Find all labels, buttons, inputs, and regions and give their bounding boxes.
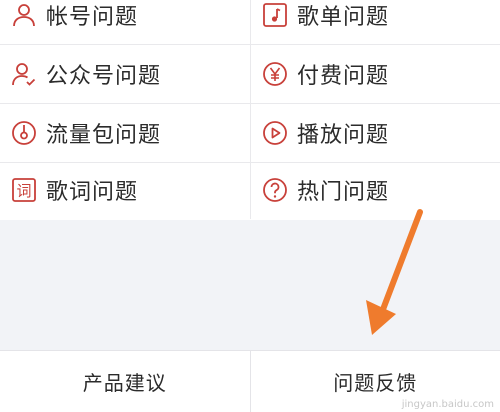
category-data-plan-issues[interactable]: 流量包问题 bbox=[0, 104, 249, 162]
category-account-issues[interactable]: 帐号问题 bbox=[0, 0, 249, 44]
question-circle-icon bbox=[261, 176, 289, 204]
product-suggestion-button[interactable]: 产品建议 bbox=[0, 351, 250, 412]
watermark: jingyan.baidu.com bbox=[401, 399, 494, 410]
music-note-icon bbox=[261, 1, 289, 29]
category-label: 热门问题 bbox=[297, 180, 390, 205]
yen-icon bbox=[261, 60, 289, 88]
grid-row: 帐号问题 歌单问题 bbox=[0, 0, 500, 45]
svg-text:词: 词 bbox=[16, 182, 31, 200]
category-playlist-issues[interactable]: 歌单问题 bbox=[250, 0, 500, 44]
category-label: 歌词问题 bbox=[46, 180, 139, 205]
user-icon bbox=[10, 1, 38, 29]
empty-area bbox=[0, 220, 500, 350]
category-payment-issues[interactable]: 付费问题 bbox=[250, 45, 500, 103]
category-label: 歌单问题 bbox=[297, 5, 390, 30]
grid-row: 词 歌词问题 热门问题 bbox=[0, 161, 500, 220]
data-dial-icon bbox=[10, 119, 38, 147]
help-category-grid: 帐号问题 歌单问题 公众号问题 付费问题 流量包问题 播放问题 词 歌词问题 热… bbox=[0, 0, 500, 220]
category-label: 帐号问题 bbox=[46, 5, 139, 30]
user-check-icon bbox=[10, 60, 38, 88]
grid-row: 公众号问题 付费问题 bbox=[0, 45, 500, 104]
category-label: 付费问题 bbox=[297, 64, 390, 89]
category-lyrics-issues[interactable]: 词 歌词问题 bbox=[0, 161, 249, 219]
category-popular-issues[interactable]: 热门问题 bbox=[250, 161, 500, 219]
category-label: 流量包问题 bbox=[46, 123, 162, 148]
lyrics-icon: 词 bbox=[10, 176, 38, 204]
grid-row: 流量包问题 播放问题 bbox=[0, 104, 500, 163]
play-circle-icon bbox=[261, 119, 289, 147]
category-playback-issues[interactable]: 播放问题 bbox=[250, 104, 500, 162]
category-label: 播放问题 bbox=[297, 123, 390, 148]
category-label: 公众号问题 bbox=[46, 64, 162, 89]
category-official-account-issues[interactable]: 公众号问题 bbox=[0, 45, 249, 103]
